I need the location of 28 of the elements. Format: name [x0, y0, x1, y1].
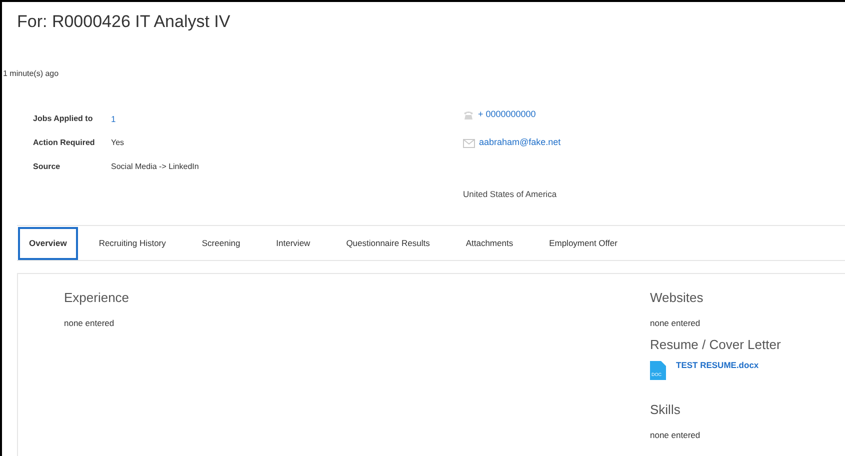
field-value: Yes: [111, 137, 124, 149]
phone-link[interactable]: + 0000000000: [478, 108, 536, 122]
field-value: Social Media -> LinkedIn: [111, 161, 199, 173]
section-heading: Experience: [64, 290, 130, 306]
tab[interactable]: Attachments: [456, 226, 522, 260]
section-heading: Resume / Cover Letter: [650, 336, 781, 353]
field-link[interactable]: 1: [111, 112, 116, 126]
file-link[interactable]: TEST RESUME.docx: [676, 358, 759, 372]
section-heading: Skills: [650, 402, 682, 418]
tab[interactable]: Employment Offer: [540, 226, 626, 260]
empty-text: none entered: [64, 317, 116, 330]
field-label: Jobs Applied to: [33, 113, 94, 125]
timestamp: 1 minute(s) ago: [3, 69, 59, 78]
tab[interactable]: Recruiting History: [90, 226, 175, 260]
phone-icon: [463, 110, 474, 120]
tab[interactable]: Screening: [192, 226, 250, 260]
tab[interactable]: Overview: [18, 226, 78, 260]
empty-text: none entered: [650, 428, 702, 442]
field-label: Source: [33, 161, 62, 173]
tab[interactable]: Questionnaire Results: [337, 226, 439, 260]
address-text: United States of America: [463, 189, 557, 199]
mail-icon: [463, 138, 475, 148]
email-link[interactable]: aabraham@fake.net: [479, 136, 561, 150]
section-heading: Websites: [650, 290, 704, 306]
page-title: For: R0000426 IT Analyst IV: [17, 11, 232, 33]
field-label: Action Required: [33, 137, 96, 149]
empty-text: none entered: [650, 317, 702, 330]
tab[interactable]: Interview: [267, 226, 320, 260]
